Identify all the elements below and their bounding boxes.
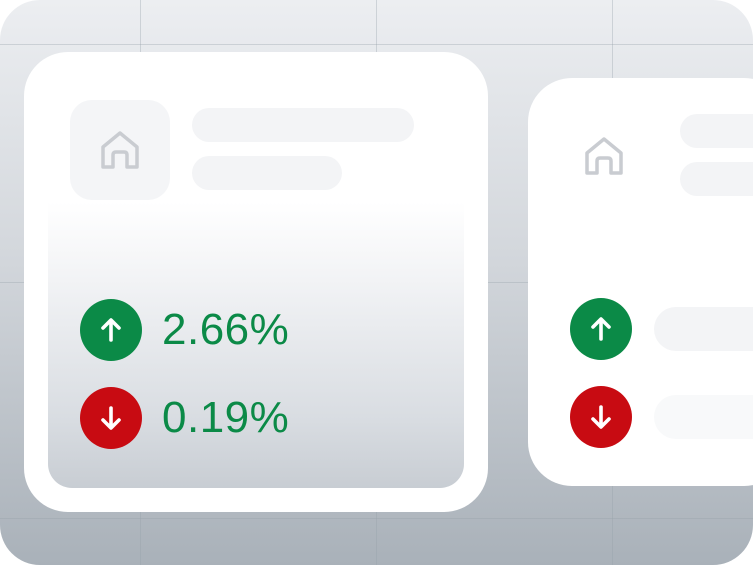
arrow-up-icon [570,298,632,360]
title-placeholder [192,108,414,142]
stat-value-down: 0.19% [162,393,290,442]
arrow-down-icon [570,386,632,448]
stat-row-up [570,298,753,360]
subtitle-placeholder [680,162,753,196]
value-placeholder [654,307,753,351]
stat-row-down [570,386,753,448]
home-icon [101,131,139,169]
grid-line [0,518,753,519]
stock-widget-card[interactable]: 2.66% 0.19% [24,52,488,512]
title-placeholder [680,114,753,148]
grid-line [0,44,753,45]
home-icon-tile [574,126,634,186]
stat-value-up: 2.66% [162,305,290,354]
home-icon-tile [70,100,170,200]
home-icon [585,137,623,175]
widget-preview-frame: 2.66% 0.19% [0,0,753,565]
subtitle-placeholder [192,156,342,190]
arrow-down-icon [80,387,142,449]
stat-row-down: 0.19% [80,387,289,449]
stock-widget-card-secondary[interactable] [528,78,753,486]
stat-row-up: 2.66% [80,299,289,361]
arrow-up-icon [80,299,142,361]
value-placeholder [654,395,753,439]
